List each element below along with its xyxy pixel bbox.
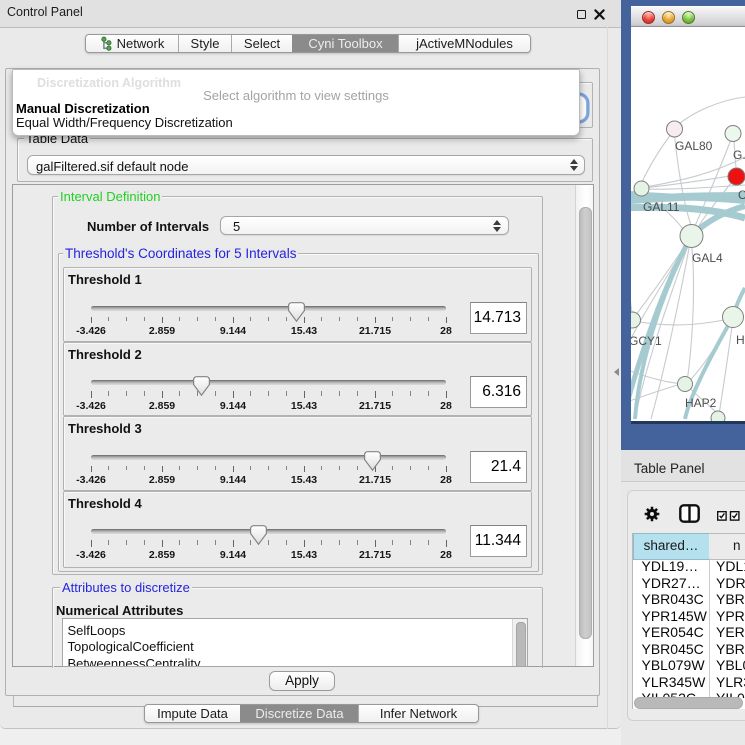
svg-text:GCY1: GCY1	[631, 334, 662, 348]
svg-text:C: C	[738, 188, 745, 202]
svg-text:H: H	[736, 333, 745, 347]
svg-text:HAP2: HAP2	[685, 396, 717, 410]
svg-text:GAL11: GAL11	[643, 200, 680, 214]
svg-text:GAL4: GAL4	[692, 251, 723, 265]
svg-text:GAL80: GAL80	[675, 139, 713, 153]
svg-text:G.: G.	[733, 148, 745, 162]
